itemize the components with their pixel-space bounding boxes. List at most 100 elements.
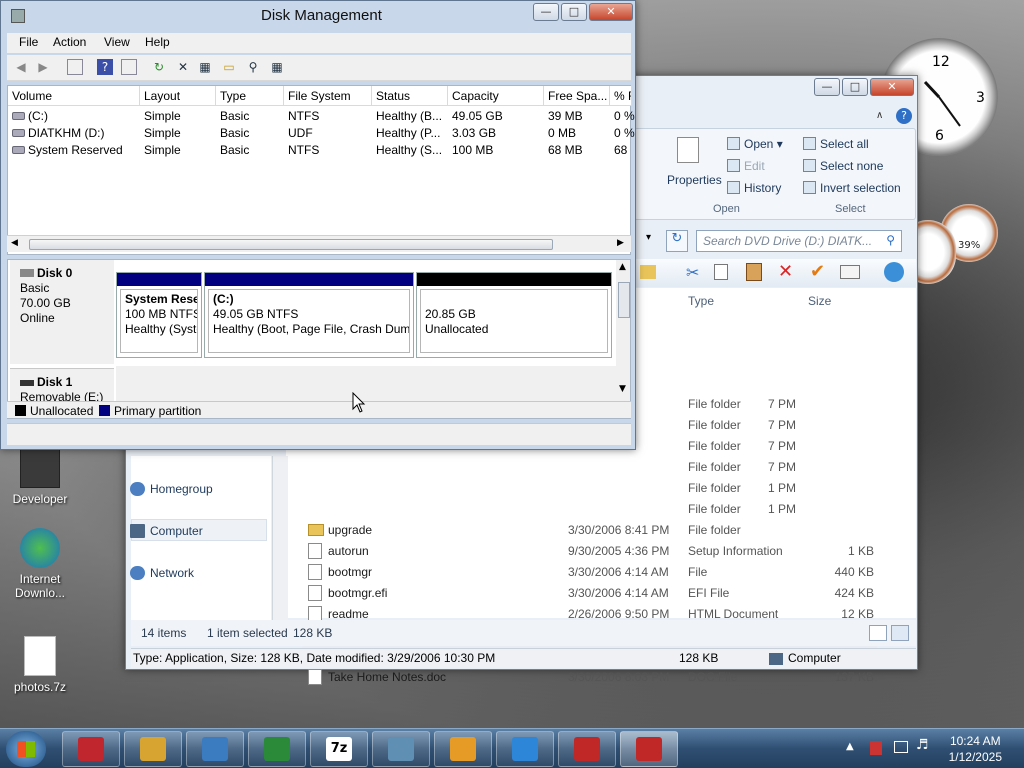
partition-block[interactable]: System Reser 100 MB NTFS Healthy (Syste	[116, 272, 202, 358]
select-all-button[interactable]: Select all	[803, 137, 869, 151]
settings-icon[interactable]: ▦	[269, 59, 285, 75]
help-icon[interactable]: ?	[97, 59, 113, 75]
volume-icon[interactable]: ♬	[916, 737, 929, 753]
taskbar-item-file-explorer[interactable]	[124, 731, 182, 767]
refresh-icon[interactable]: ↻	[151, 59, 167, 75]
delete-icon[interactable]: ✕	[778, 261, 793, 282]
close-button[interactable]: ✕	[870, 78, 914, 96]
properties-button[interactable]: Properties	[667, 173, 722, 187]
help-icon[interactable]: ?	[896, 108, 912, 124]
minimize-button[interactable]: —	[533, 3, 559, 21]
taskbar-item-7zip[interactable]: 7z	[310, 731, 368, 767]
list-item[interactable]: 1 PM File folder	[302, 499, 877, 520]
menu-view[interactable]: View	[104, 35, 130, 49]
desktop-icon-developer[interactable]: Developer	[0, 448, 80, 506]
open-button[interactable]: Open ▾	[727, 137, 783, 151]
taskbar-item-toolbox-active[interactable]	[620, 731, 678, 767]
properties-small-icon[interactable]	[840, 265, 860, 279]
details-view-icon[interactable]	[869, 625, 887, 641]
scroll-thumb[interactable]	[618, 282, 630, 318]
taskbar-item-toolbox[interactable]	[558, 731, 616, 767]
taskbar-item-internet-download-manager[interactable]	[248, 731, 306, 767]
column-header-percent-free[interactable]: % F	[610, 86, 632, 106]
scroll-down-icon[interactable]: ▼	[619, 384, 626, 394]
network-tray-icon[interactable]	[894, 741, 908, 753]
column-header-size[interactable]: Size	[808, 294, 831, 308]
column-header-free-space[interactable]: Free Spa...	[544, 86, 610, 106]
copy-icon[interactable]	[714, 264, 728, 280]
scroll-up-icon[interactable]: ▲	[619, 262, 626, 272]
properties-sheet-icon[interactable]: ▦	[197, 59, 213, 75]
column-header-capacity[interactable]: Capacity	[448, 86, 544, 106]
forward-icon[interactable]: ▶	[35, 59, 51, 75]
file-row[interactable]: upgrade 3/30/2006 8:41 PM File folder	[302, 520, 877, 541]
nav-item-network[interactable]: Network	[130, 566, 194, 580]
desktop-icon-internet-download-manager[interactable]: Internet Downlo...	[0, 528, 80, 600]
show-hidden-icons[interactable]: ▲	[846, 741, 854, 752]
file-row[interactable]: bootmgr 3/30/2006 4:14 AM File 440 KB	[302, 562, 877, 583]
open-folder-icon[interactable]: ▭	[221, 59, 237, 75]
menu-file[interactable]: File	[19, 35, 38, 49]
maximize-button[interactable]: □	[842, 78, 868, 96]
cut-icon[interactable]: ✂	[686, 263, 699, 282]
taskbar-item-search[interactable]	[496, 731, 554, 767]
partition-block[interactable]: 20.85 GB Unallocated	[416, 272, 612, 358]
scroll-thumb[interactable]	[29, 239, 553, 250]
ribbon-collapse-icon[interactable]: ∧	[876, 110, 883, 121]
file-row[interactable]: Take Home Notes.doc 3/30/2006 8:03 PM DOC …	[302, 667, 877, 688]
file-row[interactable]: autorun 9/30/2005 4:36 PM Setup Informatio…	[302, 541, 877, 562]
disk-management-window[interactable]: Disk Management — □ ✕ File Action View H…	[0, 0, 636, 450]
explore-icon[interactable]: ⚲	[245, 59, 261, 75]
column-header-volume[interactable]: Volume	[8, 86, 140, 106]
invert-selection-button[interactable]: Invert selection	[803, 181, 901, 195]
rename-icon[interactable]: ✔	[810, 261, 825, 282]
graph-vscroll[interactable]: ▲ ▼	[616, 260, 630, 402]
column-header-layout[interactable]: Layout	[140, 86, 216, 106]
start-button[interactable]	[6, 731, 46, 767]
taskbar-clock[interactable]: 10:24 AM 1/12/2025	[949, 733, 1002, 765]
address-dropdown-icon[interactable]: ▾	[646, 232, 651, 243]
maximize-button[interactable]: □	[561, 3, 587, 21]
partition-block[interactable]: (C:) 49.05 GB NTFS Healthy (Boot, Page Fil…	[204, 272, 414, 358]
minimize-button[interactable]: —	[814, 78, 840, 96]
menu-action[interactable]: Action	[53, 35, 86, 49]
share-icon[interactable]	[884, 262, 904, 282]
column-header-type[interactable]: Type	[688, 294, 714, 308]
list-item[interactable]: 7 PM File folder	[302, 457, 877, 478]
action-center-icon[interactable]	[870, 741, 882, 755]
paste-icon[interactable]	[746, 263, 762, 281]
delete-icon[interactable]: ✕	[175, 59, 191, 75]
refresh-icon[interactable]: ↻	[666, 230, 688, 252]
taskbar-item-image-viewer[interactable]	[186, 731, 244, 767]
show-hide-tree-icon[interactable]	[67, 59, 83, 75]
close-button[interactable]: ✕	[589, 3, 633, 21]
nav-item-homegroup[interactable]: Homegroup	[130, 482, 213, 496]
list-item[interactable]: 1 PM File folder	[302, 478, 877, 499]
new-folder-icon[interactable]	[640, 265, 656, 279]
scroll-right-icon[interactable]: ▶	[617, 238, 624, 248]
volume-row[interactable]: (C:) Simple Basic NTFS Healthy (B... 49.05 GB…	[8, 108, 635, 125]
back-icon[interactable]: ◀	[13, 59, 29, 75]
large-icons-view-icon[interactable]	[891, 625, 909, 641]
desktop-icon-photos-7z[interactable]: photos.7z	[0, 636, 80, 694]
taskbar-item-notepad[interactable]	[372, 731, 430, 767]
taskbar-item-app-red-box[interactable]	[62, 731, 120, 767]
file-row[interactable]: bootmgr.efi 3/30/2006 4:14 AM EFI File 424 …	[302, 583, 877, 604]
nav-scrollbar[interactable]	[272, 456, 288, 626]
volume-row[interactable]: DIATKHM (D:) Simple Basic UDF Healthy (P... 3…	[8, 125, 635, 142]
column-header-file-system[interactable]: File System	[284, 86, 372, 106]
horizontal-scrollbar[interactable]: ◀ ▶	[7, 235, 631, 252]
taskbar-item-store[interactable]	[434, 731, 492, 767]
select-none-button[interactable]: Select none	[803, 159, 883, 173]
properties-icon[interactable]	[121, 59, 137, 75]
search-input[interactable]: Search DVD Drive (D:) DIATK... ⚲	[696, 230, 902, 252]
menu-help[interactable]: Help	[145, 35, 170, 49]
nav-item-computer[interactable]: Computer	[130, 524, 203, 538]
disk0-label[interactable]: Disk 0 Basic 70.00 GB Online	[10, 260, 114, 364]
column-header-type[interactable]: Type	[216, 86, 284, 106]
volume-row[interactable]: System Reserved Simple Basic NTFS Healthy (S…	[8, 142, 632, 159]
scroll-left-icon[interactable]: ◀	[11, 238, 18, 248]
column-header-status[interactable]: Status	[372, 86, 448, 106]
history-button[interactable]: History	[727, 181, 781, 195]
edit-button[interactable]: Edit	[727, 159, 765, 173]
